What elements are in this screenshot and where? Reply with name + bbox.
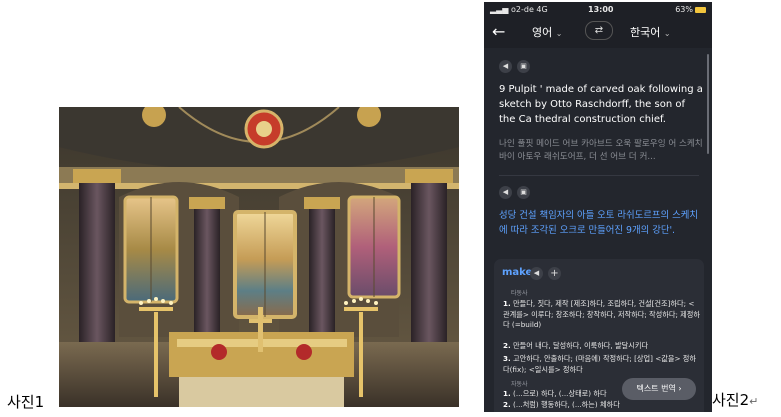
sense-text: (...처럼) 행동하다, (...하는) 체하다 (513, 400, 620, 409)
copy-icon[interactable]: ▣ (517, 60, 530, 73)
sense-text: 고안하다, 안출하다; (마음에) 작정하다; [상업] <값을> 정하다(fi… (503, 354, 696, 374)
dictionary-word: make (502, 267, 533, 278)
dictionary-sense: 3. 고안하다, 안출하다; (마음에) 작정하다; [상업] <값을> 정하다… (503, 354, 701, 375)
status-battery: 63% (675, 5, 706, 14)
source-language-label: 영어 (532, 26, 553, 39)
pos-intransitive: 자동사 (511, 381, 528, 388)
language-bar: ← 영어 ⌄ ⇄ 한국어 ⌄ (484, 16, 712, 48)
copy-icon[interactable]: ▣ (517, 186, 530, 199)
status-carrier: ▂▃▅ o2-de 4G (490, 5, 548, 14)
sense-number: 1. (503, 299, 511, 308)
status-time: 13:00 (588, 5, 614, 14)
translate-text-button[interactable]: 텍스트 번역 › (622, 378, 696, 400)
battery-icon (695, 6, 706, 13)
translated-text: 성당 건설 책임자의 아들 오토 라쉬도르프의 스케치에 따라 조각된 오크로 … (499, 210, 699, 236)
scrollbar[interactable] (707, 54, 709, 154)
swap-languages-button[interactable]: ⇄ (585, 21, 613, 40)
carrier-text: o2-de 4G (511, 5, 548, 14)
add-icon[interactable]: + (548, 267, 561, 280)
transliteration-text: 나인 풀핏 메이드 어브 카아브드 오욱 팔로우잉 어 스케치 바이 아토우 래… (499, 139, 703, 162)
sense-text: 만들다, 짓다, 제작 [제조]하다, 조립하다, 건설[건조]하다; <관계를… (503, 299, 701, 329)
translator-app-screenshot: ▂▃▅ o2-de 4G 13:00 63% ← 영어 ⌄ ⇄ 한국어 ⌄ ◀ … (484, 2, 712, 412)
dictionary-sense: 1. 만들다, 짓다, 제작 [제조]하다, 조립하다, 건설[건조]하다; <… (503, 299, 701, 331)
sense-number: 1. (503, 389, 511, 398)
sense-number: 2. (503, 400, 511, 409)
return-mark: ↵ (749, 395, 759, 408)
battery-text: 63% (675, 5, 693, 14)
sense-number: 2. (503, 341, 511, 350)
cathedral-illustration (59, 107, 459, 407)
back-arrow-icon[interactable]: ← (492, 22, 505, 41)
dictionary-sense: 2. 만들어 내다, 달성하다, 이룩하다, 발달시키다 (503, 341, 701, 352)
caption-photo2-text: 사진2 (712, 391, 750, 409)
target-language-select[interactable]: 한국어 ⌄ (630, 24, 671, 40)
caption-photo1: 사진1 (7, 393, 45, 411)
chevron-down-icon: ⌄ (555, 29, 563, 38)
signal-icon: ▂▃▅ (490, 5, 511, 14)
caption-photo2: 사진2↵ (712, 389, 758, 410)
dictionary-sense: 2. (...처럼) 행동하다, (...하는) 체하다 (503, 400, 701, 411)
chevron-down-icon: ⌄ (663, 29, 671, 38)
translation-panel: ◀ ▣ 9 Pulpit ' made of carved oak follow… (484, 48, 712, 412)
source-text: 9 Pulpit ' made of carved oak following … (499, 84, 703, 125)
sense-text: 만들어 내다, 달성하다, 이룩하다, 발달시키다 (513, 341, 649, 350)
sense-text: (...으로) 하다, (...상태로) 하다 (513, 389, 607, 398)
target-language-label: 한국어 (630, 26, 661, 39)
speaker-icon[interactable]: ◀ (499, 60, 512, 73)
pos-transitive: 타동사 (511, 290, 528, 297)
source-language-select[interactable]: 영어 ⌄ (532, 24, 562, 40)
divider (499, 175, 699, 176)
speaker-icon[interactable]: ◀ (530, 267, 543, 280)
speaker-icon[interactable]: ◀ (499, 186, 512, 199)
cathedral-photo (59, 107, 459, 407)
sense-number: 3. (503, 354, 511, 363)
